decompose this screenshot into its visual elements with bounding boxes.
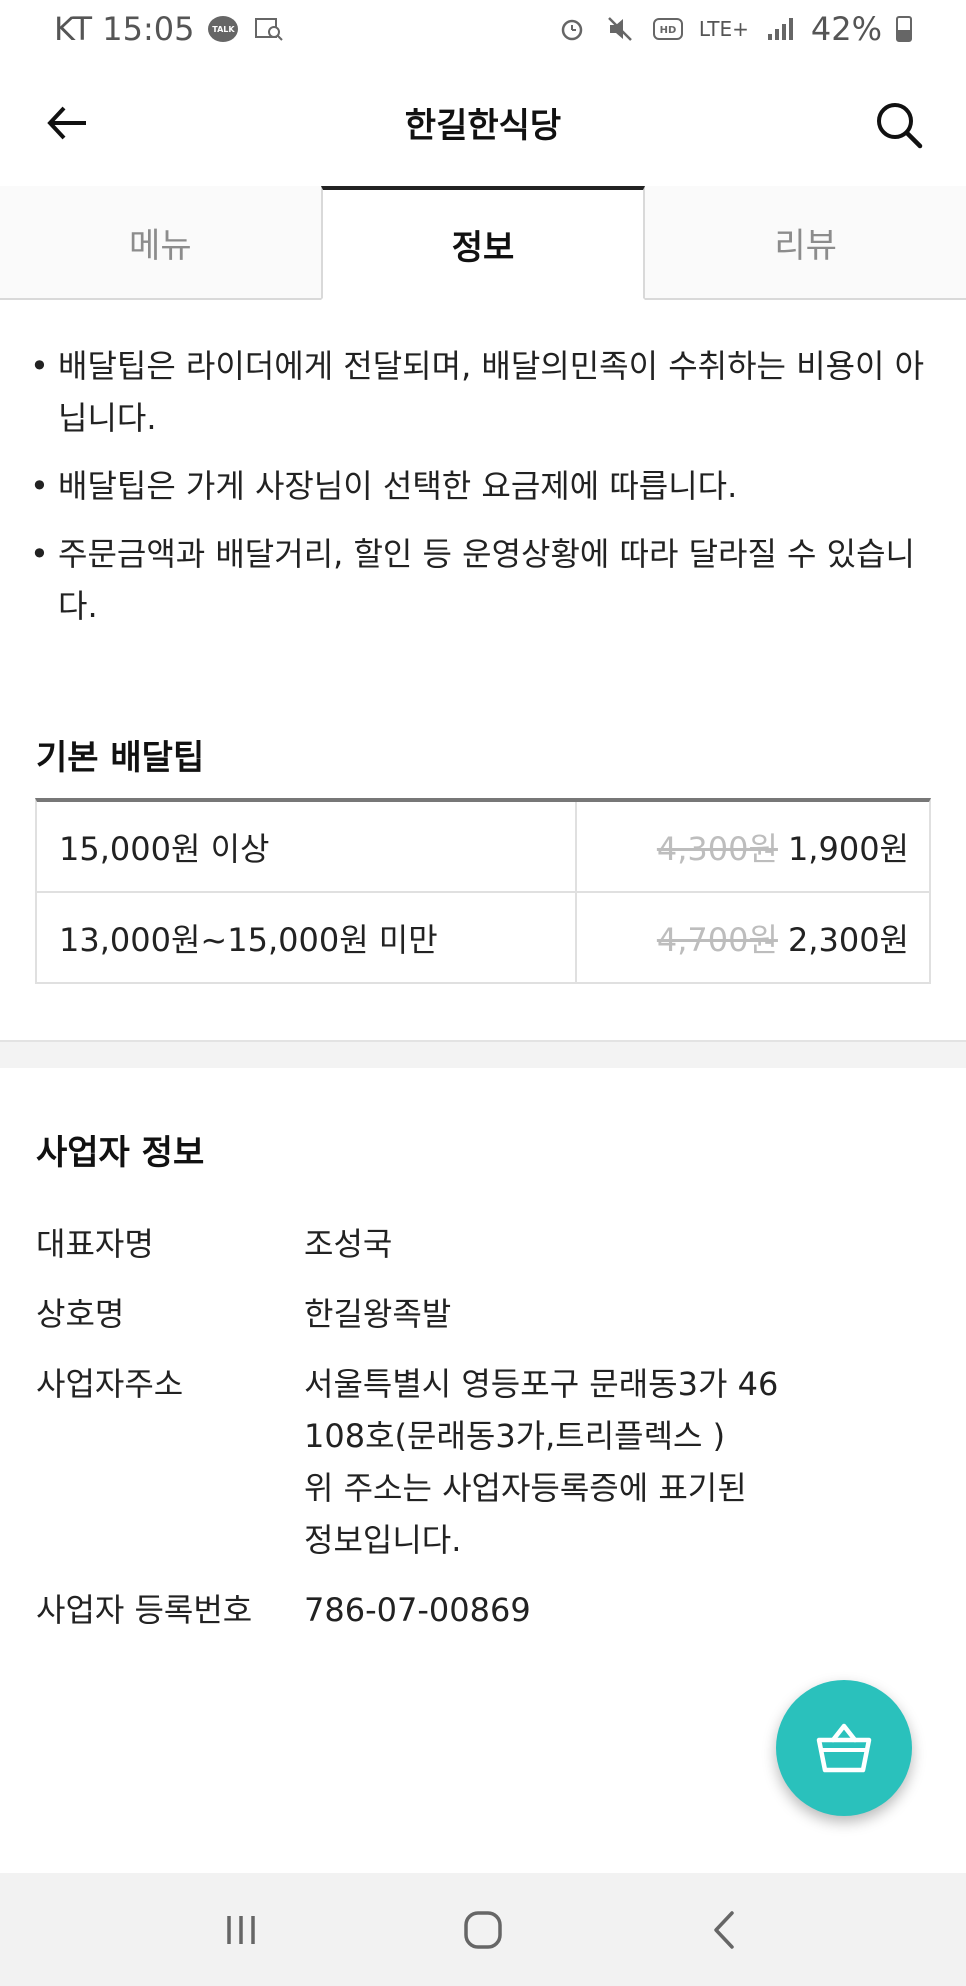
arrow-left-icon	[47, 106, 86, 140]
tab-review[interactable]: 리뷰	[645, 186, 966, 298]
hd-icon: HD	[651, 14, 685, 44]
business-value: 한길왕족발	[304, 1295, 452, 1333]
cart-button[interactable]	[776, 1680, 912, 1816]
tab-menu[interactable]: 메뉴	[0, 186, 321, 298]
status-right: HD LTE+ 42%	[555, 10, 912, 48]
business-row: 대표자명 조성국	[36, 1218, 926, 1270]
back-chevron-icon	[714, 1910, 734, 1949]
delivery-tip-title: 기본 배달팁	[36, 738, 205, 778]
carrier-time: KT 15:05	[54, 10, 195, 48]
signal-icon	[763, 14, 797, 44]
business-row: 사업자 등록번호 786-07-00869	[36, 1584, 926, 1636]
section-divider	[0, 1040, 966, 1068]
business-info-title: 사업자 정보	[36, 1133, 205, 1173]
home-icon	[464, 1910, 502, 1949]
table-row: 15,000원 이상 4,300원 1,900원	[37, 802, 929, 893]
tip-price-cell: 4,700원 2,300원	[577, 893, 929, 982]
home-button[interactable]	[453, 1900, 513, 1960]
tab-info[interactable]: 정보	[320, 186, 646, 300]
business-label: 사업자 등록번호	[36, 1591, 253, 1629]
alarm-icon	[555, 14, 589, 44]
bullet: •	[30, 347, 49, 385]
bullet: •	[30, 535, 49, 573]
tab-bar: 메뉴 정보 리뷰	[0, 186, 966, 300]
note-item: • 배달팁은 라이더에게 전달되며, 배달의민족이 수취하는 비용이 아닙니다.	[30, 340, 930, 444]
business-row: 상호명 한길왕족발	[36, 1288, 926, 1340]
business-label: 대표자명	[36, 1225, 154, 1263]
tip-condition: 13,000원~15,000원 미만	[37, 893, 577, 982]
mute-icon	[603, 14, 637, 44]
search-icon	[877, 103, 923, 149]
svg-text:HD: HD	[660, 25, 677, 36]
business-label: 사업자주소	[36, 1365, 184, 1403]
business-info-list: 대표자명 조성국 상호명 한길왕족발 사업자주소 서울특별시 영등포구 문래동3…	[36, 1218, 926, 1654]
search-button[interactable]	[872, 98, 926, 152]
page-title: 한길한식당	[404, 106, 562, 146]
back-button[interactable]	[42, 98, 92, 148]
note-item: • 주문금액과 배달거리, 할인 등 운영상황에 따라 달라질 수 있습니다.	[30, 528, 930, 632]
delivery-notes: • 배달팁은 라이더에게 전달되며, 배달의민족이 수취하는 비용이 아닙니다.…	[30, 340, 930, 648]
recent-apps-icon	[227, 1915, 255, 1944]
note-item: • 배달팁은 가게 사장님이 선택한 요금제에 따릅니다.	[30, 460, 930, 512]
note-text: 배달팁은 라이더에게 전달되며, 배달의민족이 수취하는 비용이 아닙니다.	[58, 347, 925, 437]
original-price: 4,700원	[656, 920, 778, 959]
status-bar: KT 15:05 TALK HD LTE+ 42%	[0, 0, 966, 58]
basket-icon	[816, 1723, 872, 1773]
app-header: 한길한식당	[0, 70, 966, 175]
talk-icon: TALK	[208, 16, 239, 42]
discounted-price: 1,900원	[787, 829, 909, 868]
system-back-button[interactable]	[695, 1900, 755, 1960]
battery-percent: 42%	[810, 10, 882, 48]
system-nav-bar	[0, 1873, 966, 1986]
status-left: KT 15:05 TALK	[54, 10, 286, 48]
network-type: LTE+	[698, 17, 749, 41]
table-row: 13,000원~15,000원 미만 4,700원 2,300원	[37, 893, 929, 984]
tip-price-cell: 4,300원 1,900원	[577, 802, 929, 891]
battery-icon	[896, 16, 912, 42]
original-price: 4,300원	[656, 829, 778, 868]
screen: KT 15:05 TALK HD LTE+ 42% 한길한식당 메뉴 정보 리뷰…	[0, 0, 966, 1986]
note-text: 배달팁은 가게 사장님이 선택한 요금제에 따릅니다.	[58, 467, 738, 505]
tip-condition: 15,000원 이상	[37, 802, 577, 891]
business-row: 사업자주소 서울특별시 영등포구 문래동3가 46 108호(문래동3가,트리플…	[36, 1358, 926, 1566]
gallery-search-icon	[252, 14, 286, 44]
delivery-tip-table: 15,000원 이상 4,300원 1,900원 13,000원~15,000원…	[35, 798, 931, 984]
note-text: 주문금액과 배달거리, 할인 등 운영상황에 따라 달라질 수 있습니다.	[58, 535, 915, 625]
business-label: 상호명	[36, 1295, 125, 1333]
bullet: •	[30, 467, 49, 505]
business-value: 조성국	[304, 1225, 393, 1263]
discounted-price: 2,300원	[787, 920, 909, 959]
recent-apps-button[interactable]	[211, 1900, 271, 1960]
business-value: 786-07-00869	[304, 1591, 531, 1629]
business-address: 서울특별시 영등포구 문래동3가 46 108호(문래동3가,트리플렉스 ) 위…	[304, 1365, 779, 1559]
